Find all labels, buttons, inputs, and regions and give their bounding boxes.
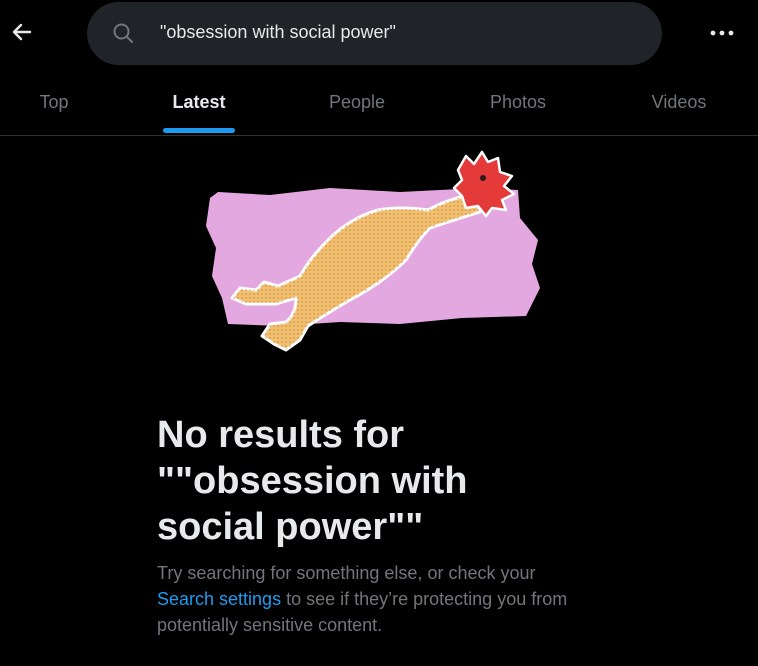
search-settings-link[interactable]: Search settings [157,589,281,609]
back-button[interactable] [4,14,40,50]
more-options-button[interactable] [700,18,744,48]
search-input[interactable]: "obsession with social power" [160,22,396,43]
no-results-hint: Try searching for something else, or che… [157,560,577,638]
active-tab-indicator [163,128,235,133]
more-horizontal-icon [710,30,734,36]
top-bar: "obsession with social power" [0,0,758,68]
tab-videos[interactable]: Videos [606,68,752,136]
arrow-left-icon [12,23,32,41]
search-box[interactable]: "obsession with social power" [87,2,662,65]
hint-text-start: Try searching for something else, or che… [157,563,536,583]
rubber-chicken-illustration [206,150,540,352]
tab-people[interactable]: People [286,68,428,136]
search-icon [113,23,133,43]
no-results-title: No results for ""obsession with social p… [157,414,468,548]
tab-photos[interactable]: Photos [446,68,590,136]
search-tabs: Top Latest People Photos Videos [0,68,758,136]
tab-latest[interactable]: Latest [127,68,271,136]
tab-top[interactable]: Top [0,68,108,136]
